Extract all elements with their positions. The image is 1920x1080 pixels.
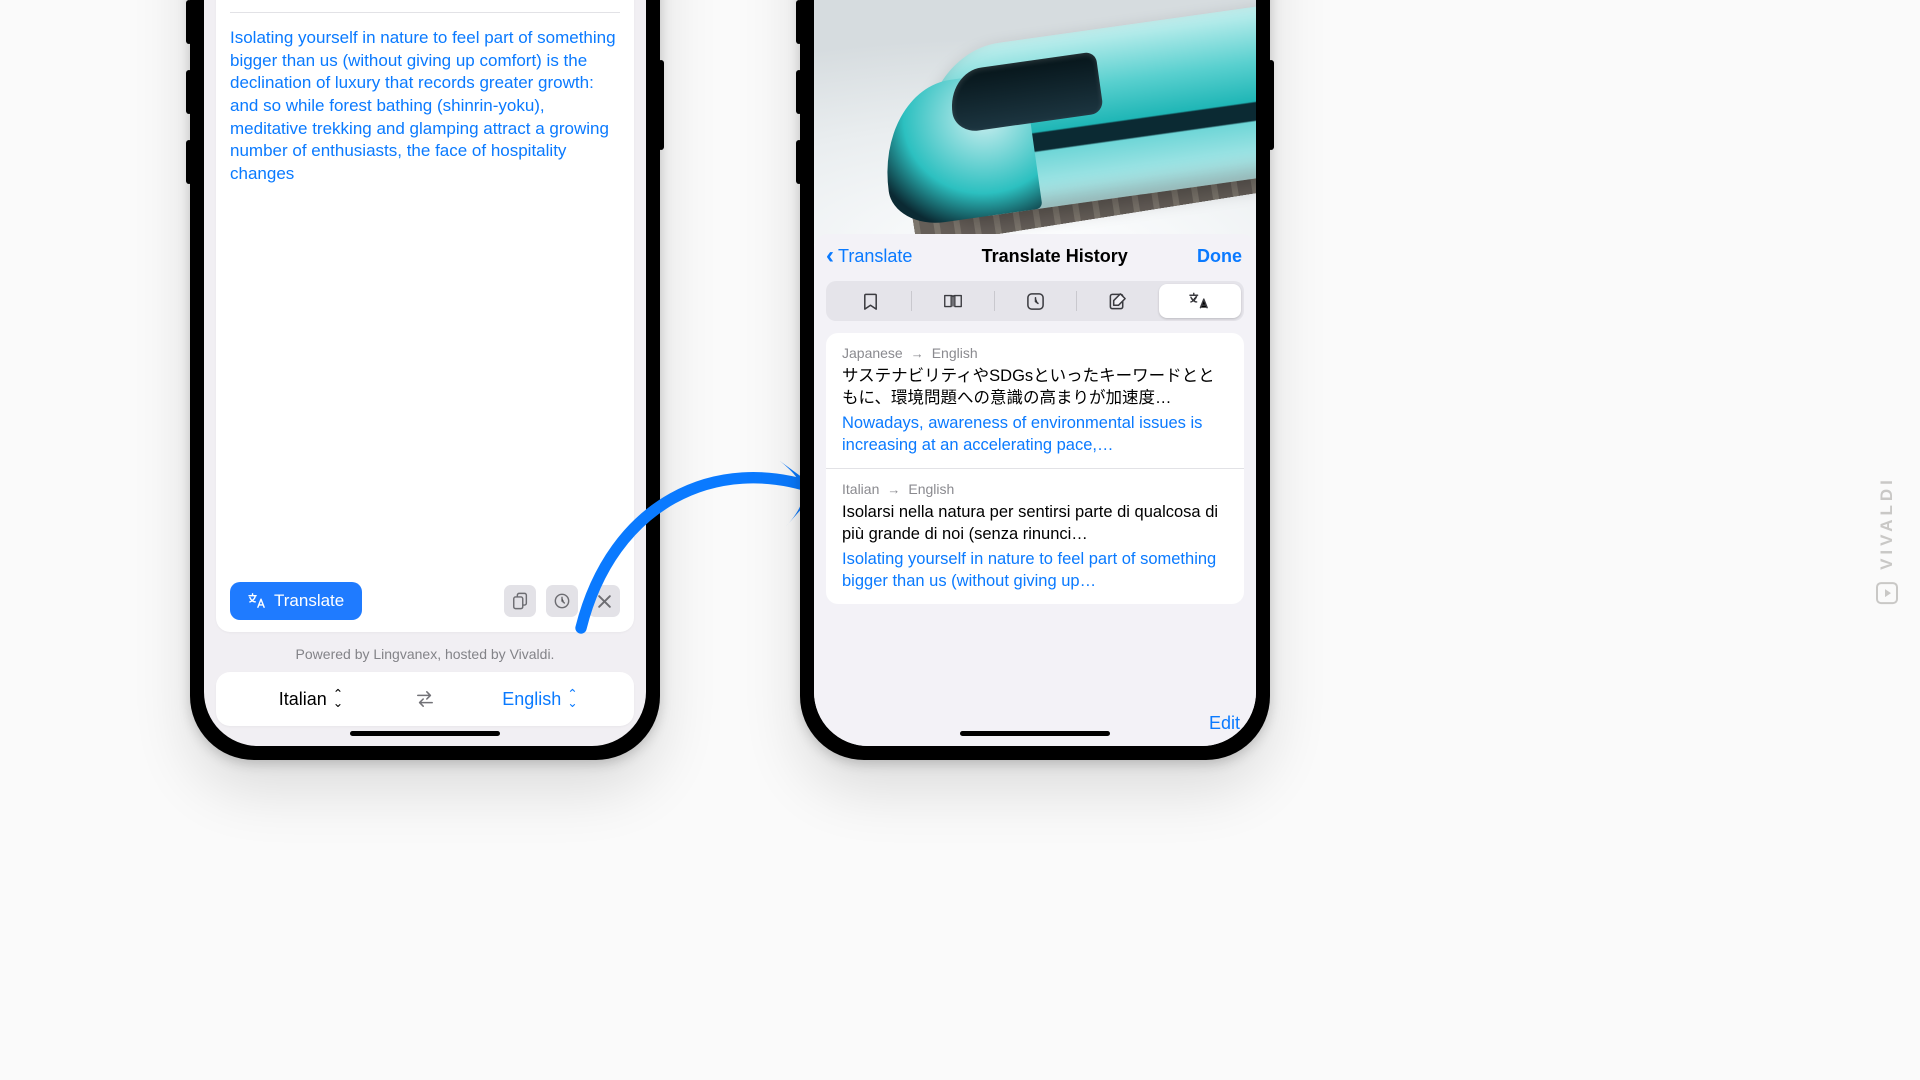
tab-reading-list[interactable]: [911, 284, 993, 318]
done-button[interactable]: Done: [1197, 246, 1242, 267]
panel-tabs: [826, 281, 1244, 321]
history-translated-text: Isolating yourself in nature to feel par…: [842, 548, 1228, 593]
arrow-right-icon: →: [887, 482, 900, 497]
chevron-left-icon: ‹: [826, 247, 834, 265]
home-indicator: [960, 731, 1110, 736]
history-item-languages: Italian → English: [842, 481, 1228, 497]
copy-icon: [512, 592, 529, 610]
back-button[interactable]: ‹ Translate: [826, 246, 912, 267]
vivaldi-watermark: VIVALDI: [1876, 476, 1898, 604]
history-button[interactable]: [546, 585, 578, 617]
translate-button[interactable]: Translate: [230, 582, 362, 620]
translate-icon: [248, 593, 266, 609]
home-indicator: [350, 731, 500, 736]
translated-text: Isolating yourself in nature to feel par…: [230, 27, 620, 185]
history-item-languages: Japanese → English: [842, 345, 1228, 361]
history-from-label: Japanese: [842, 345, 903, 361]
translate-card: Isolarsi nella natura per sentirsi parte…: [216, 0, 634, 632]
tab-bookmarks[interactable]: [829, 284, 911, 318]
history-item[interactable]: Italian → English Isolarsi nella natura …: [826, 468, 1244, 604]
hero-image: [814, 0, 1256, 244]
history-item[interactable]: Japanese → English サステナビリティやSDGsといったキーワー…: [826, 333, 1244, 468]
screen-right: ‹ Translate Translate History Done: [814, 0, 1256, 746]
history-icon: [553, 592, 571, 610]
target-language-picker[interactable]: English ⌃⌄: [445, 689, 634, 710]
history-from-label: Italian: [842, 481, 879, 497]
tab-notes[interactable]: [1076, 284, 1158, 318]
clear-button[interactable]: [588, 585, 620, 617]
edit-button[interactable]: Edit: [1209, 703, 1244, 734]
phone-right: ‹ Translate Translate History Done: [800, 0, 1270, 760]
tab-translate[interactable]: [1159, 284, 1241, 318]
close-icon: [597, 594, 612, 609]
history-sheet: ‹ Translate Translate History Done: [814, 234, 1256, 746]
vivaldi-logo-icon: [1876, 582, 1898, 604]
translate-button-label: Translate: [274, 591, 344, 611]
notes-icon: [1108, 292, 1127, 311]
history-list: Japanese → English サステナビリティやSDGsといったキーワー…: [826, 333, 1244, 604]
source-language-picker[interactable]: Italian ⌃⌄: [216, 689, 405, 710]
phone-left: Isolarsi nella natura per sentirsi parte…: [190, 0, 660, 760]
translate-icon: [1189, 292, 1210, 310]
swap-languages-button[interactable]: [405, 690, 445, 708]
history-translated-text: Nowadays, awareness of environmental iss…: [842, 412, 1228, 457]
bookmark-icon: [862, 292, 879, 311]
card-footer: Translate: [230, 568, 620, 620]
source-language-label: Italian: [279, 689, 327, 710]
swap-icon: [414, 690, 436, 708]
back-label: Translate: [838, 246, 912, 267]
target-language-label: English: [502, 689, 561, 710]
copy-button[interactable]: [504, 585, 536, 617]
history-to-label: English: [932, 345, 978, 361]
reading-list-icon: [942, 292, 964, 310]
clock-icon: [1026, 292, 1045, 311]
screen-left: Isolarsi nella natura per sentirsi parte…: [204, 0, 646, 746]
chevron-updown-icon: ⌃⌄: [333, 690, 342, 708]
sheet-title: Translate History: [982, 246, 1128, 267]
chevron-updown-icon: ⌃⌄: [567, 690, 576, 708]
history-to-label: English: [908, 481, 954, 497]
arrow-right-icon: →: [911, 346, 924, 361]
history-source-text: Isolarsi nella natura per sentirsi parte…: [842, 501, 1228, 546]
language-bar: Italian ⌃⌄ English ⌃⌄: [216, 672, 634, 726]
divider: [230, 12, 620, 13]
vivaldi-watermark-text: VIVALDI: [1877, 476, 1897, 570]
tab-history[interactable]: [994, 284, 1076, 318]
sheet-header: ‹ Translate Translate History Done: [826, 234, 1244, 277]
powered-by-label: Powered by Lingvanex, hosted by Vivaldi.: [204, 640, 646, 668]
history-source-text: サステナビリティやSDGsといったキーワードとともに、環境問題への意識の高まりが…: [842, 365, 1228, 410]
